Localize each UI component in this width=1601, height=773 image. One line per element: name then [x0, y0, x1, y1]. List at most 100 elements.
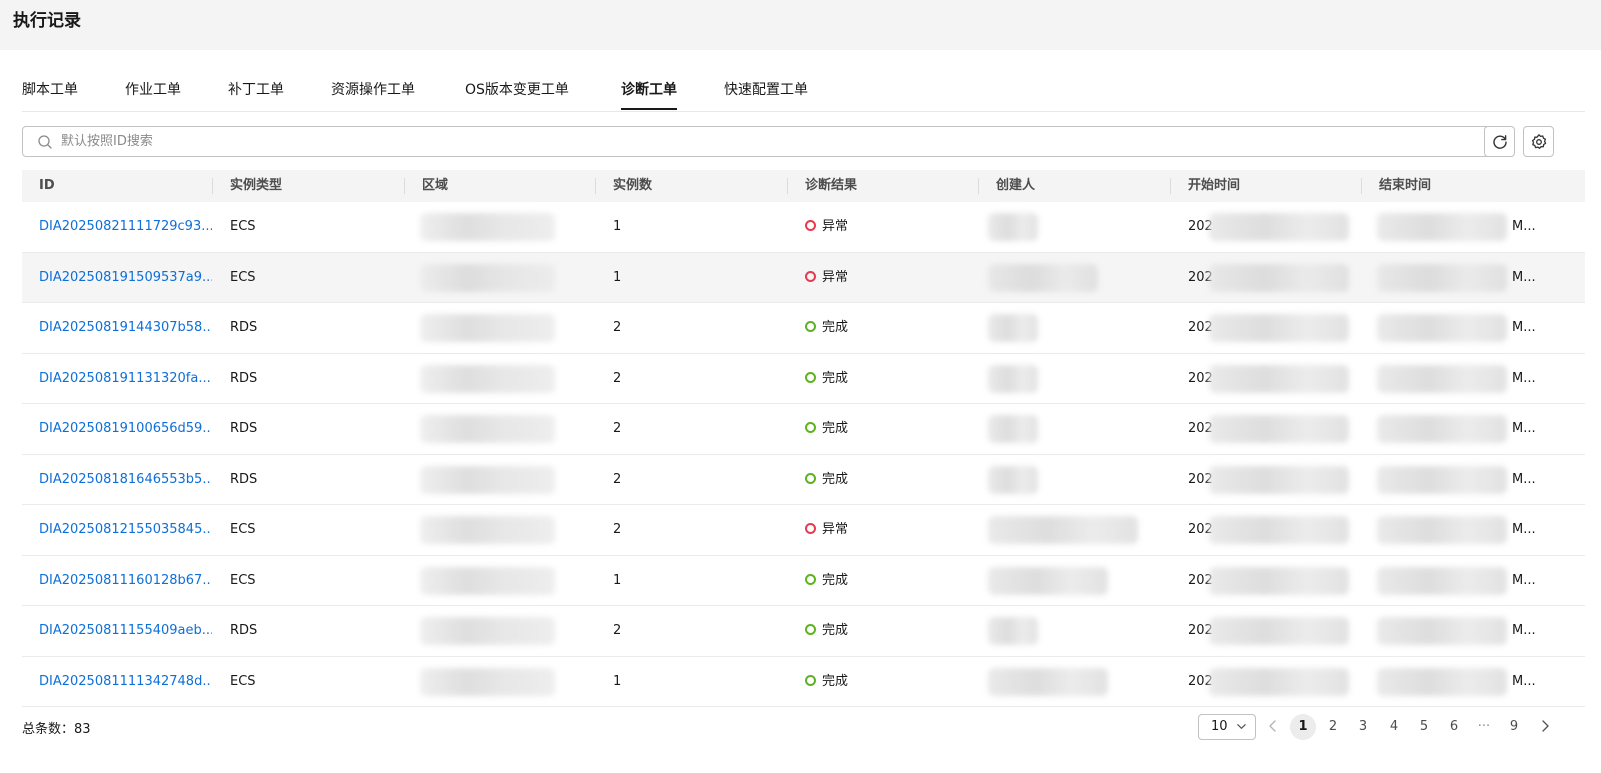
record-id-link[interactable]: DIA20250811160128b67...: [22, 556, 212, 606]
diagnosis-result-label: 完成: [822, 471, 849, 487]
diagnosis-result-cell: 完成: [788, 354, 978, 404]
end-time-cell: M...: [1512, 522, 1536, 537]
previous-page-button[interactable]: [1266, 719, 1280, 733]
refresh-button[interactable]: [1484, 126, 1515, 157]
record-id-link[interactable]: DIA20250811155409aeb...: [22, 606, 212, 656]
page-button-6[interactable]: 6: [1441, 714, 1467, 740]
search-input[interactable]: [61, 127, 1491, 156]
page-button-3[interactable]: 3: [1350, 714, 1376, 740]
settings-button[interactable]: [1523, 126, 1554, 157]
table-row[interactable]: DIA202508191131320fa... RDS 2 完成 202 M...: [22, 354, 1585, 404]
instance-count-cell: 1: [613, 219, 622, 234]
page-button-1[interactable]: 1: [1290, 714, 1316, 740]
page-size-select[interactable]: 10: [1198, 714, 1256, 740]
creator-redacted: [988, 263, 1098, 292]
instance-type-cell: RDS: [230, 370, 258, 386]
table-row[interactable]: DIA2025081111342748d... ECS 1 完成 202 M...: [22, 657, 1585, 707]
region-redacted: [420, 566, 555, 595]
page-button-2[interactable]: 2: [1320, 714, 1346, 740]
end-time-redacted: [1377, 415, 1507, 443]
page-button-5[interactable]: 5: [1411, 714, 1437, 740]
diagnosis-result-label: 完成: [822, 623, 849, 638]
table-row[interactable]: DIA20250819100656d59... RDS 2 完成 202 M...: [22, 404, 1585, 455]
column-header-region[interactable]: 区域: [405, 170, 448, 202]
column-header-end-time[interactable]: 结束时间: [1362, 170, 1431, 202]
tab-diagnosis[interactable]: 诊断工单: [621, 72, 677, 112]
end-time-cell: M...: [1512, 421, 1536, 436]
column-header-id[interactable]: ID: [22, 170, 55, 202]
start-time-redacted: [1209, 314, 1349, 342]
column-header-start-time[interactable]: 开始时间: [1171, 170, 1240, 202]
end-time-redacted: [1377, 617, 1507, 645]
table-row[interactable]: DIA202508181646553b5... RDS 2 完成 202 M...: [22, 455, 1585, 505]
tab-quick-config[interactable]: 快速配置工单: [724, 72, 808, 112]
tab-patch[interactable]: 补丁工单: [228, 72, 284, 112]
creator-redacted: [988, 667, 1108, 696]
tab-os-version-change[interactable]: OS版本变更工单: [465, 72, 569, 112]
end-time-cell: M...: [1512, 219, 1536, 234]
instance-type-cell: RDS: [230, 623, 258, 638]
column-header-instance-type[interactable]: 实例类型: [213, 170, 282, 202]
end-time-cell: M...: [1512, 320, 1536, 335]
page-button-4[interactable]: 4: [1381, 714, 1407, 740]
diagnosis-result-label: 完成: [822, 370, 849, 386]
diagnosis-result-cell: 完成: [788, 455, 978, 505]
table-row[interactable]: DIA20250819144307b58... RDS 2 完成 202 M...: [22, 303, 1585, 354]
tab-job[interactable]: 作业工单: [125, 72, 181, 112]
diagnosis-result-label: 完成: [822, 673, 849, 689]
page-header: 执行记录: [0, 0, 1601, 50]
table-row[interactable]: DIA20250821111729c93... ECS 1 异常 202 M...: [22, 202, 1585, 253]
record-id-link[interactable]: DIA20250812155035845...: [22, 505, 212, 555]
column-header-creator[interactable]: 创建人: [979, 170, 1035, 202]
start-time-redacted: [1209, 617, 1349, 645]
total-count: 总条数：83: [22, 722, 91, 737]
table-row[interactable]: DIA20250811155409aeb... RDS 2 完成 202 M...: [22, 606, 1585, 657]
diagnosis-result-cell: 异常: [788, 202, 978, 252]
end-time-redacted: [1377, 465, 1507, 494]
start-time-redacted: [1209, 364, 1349, 393]
diagnosis-result-cell: 完成: [788, 404, 978, 454]
start-time-redacted: [1209, 516, 1349, 544]
start-time-redacted: [1209, 263, 1349, 292]
record-id-link[interactable]: DIA202508191509537a9...: [22, 253, 212, 303]
end-time-redacted: [1377, 516, 1507, 544]
instance-count-cell: 2: [613, 370, 622, 386]
column-header-instance-count[interactable]: 实例数: [596, 170, 652, 202]
start-time-redacted: [1209, 667, 1349, 696]
record-id-link[interactable]: DIA202508191131320fa...: [22, 354, 212, 404]
tab-resource-operation[interactable]: 资源操作工单: [331, 72, 415, 112]
table-row[interactable]: DIA20250811160128b67... ECS 1 完成 202 M...: [22, 556, 1585, 606]
creator-redacted: [988, 617, 1038, 645]
end-time-cell: M...: [1512, 269, 1536, 285]
record-id-link[interactable]: DIA20250819100656d59...: [22, 404, 212, 454]
diagnosis-result-label: 异常: [822, 219, 849, 234]
table-row[interactable]: DIA20250812155035845... ECS 2 异常 202 M...: [22, 505, 1585, 556]
instance-type-cell: RDS: [230, 421, 258, 436]
next-page-button[interactable]: [1538, 719, 1552, 733]
status-indicator-icon: [805, 472, 816, 484]
record-id-link[interactable]: DIA20250821111729c93...: [22, 202, 212, 252]
instance-count-cell: 2: [613, 623, 622, 638]
refresh-icon: [1492, 134, 1507, 149]
instance-count-cell: 2: [613, 421, 622, 436]
record-id-link[interactable]: DIA2025081111342748d...: [22, 657, 212, 707]
region-redacted: [420, 314, 555, 342]
tab-script[interactable]: 脚本工单: [22, 72, 78, 112]
page-ellipsis[interactable]: ···: [1471, 714, 1497, 740]
instance-type-cell: ECS: [230, 673, 256, 689]
page-button-9[interactable]: 9: [1501, 714, 1527, 740]
record-id-link[interactable]: DIA202508181646553b5...: [22, 455, 212, 505]
region-redacted: [420, 263, 555, 292]
record-id-link[interactable]: DIA20250819144307b58...: [22, 303, 212, 353]
diagnosis-result-cell: 异常: [788, 505, 978, 555]
search-icon: [38, 135, 52, 149]
status-indicator-icon: [805, 371, 816, 383]
creator-redacted: [988, 314, 1038, 342]
table-row[interactable]: DIA202508191509537a9... ECS 1 异常 202 M...: [22, 252, 1585, 303]
status-indicator-icon: [805, 523, 816, 534]
column-header-diagnosis-result[interactable]: 诊断结果: [788, 170, 857, 202]
instance-count-cell: 2: [613, 320, 622, 335]
creator-redacted: [988, 516, 1138, 544]
region-redacted: [420, 213, 555, 241]
status-indicator-icon: [805, 573, 816, 585]
